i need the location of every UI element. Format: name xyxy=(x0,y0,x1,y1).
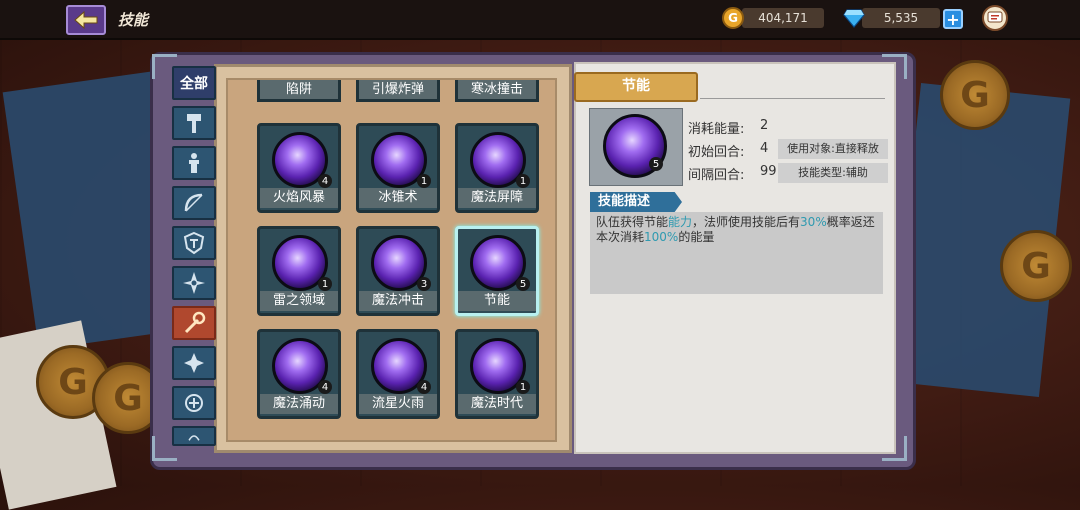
target-tag: 使用对象:直接释放 xyxy=(778,139,888,159)
desc-text: 的能量 xyxy=(678,230,715,244)
skill-level: 1 xyxy=(516,174,530,188)
tab-more[interactable] xyxy=(172,426,216,446)
stat-label: 消耗能量: xyxy=(688,122,745,137)
skill-level: 1 xyxy=(516,380,530,394)
tab-staff[interactable] xyxy=(172,306,216,340)
tab-shuriken[interactable] xyxy=(172,266,216,300)
category-sidebar: 全部 xyxy=(172,66,218,446)
skill-level: 5 xyxy=(516,277,530,291)
skill-card[interactable]: 4 流星火雨 xyxy=(356,329,440,419)
skill-name: 魔法涌动 xyxy=(260,394,338,414)
skill-card-partial[interactable]: 陷阱 xyxy=(257,80,341,102)
back-arrow-icon xyxy=(74,11,98,29)
tab-cross[interactable] xyxy=(172,346,216,380)
stat-label: 初始回合: xyxy=(688,145,745,160)
skill-level: 1 xyxy=(318,277,332,291)
skill-card[interactable]: 1 魔法屏障 xyxy=(455,123,539,213)
chat-icon xyxy=(987,11,1003,23)
skill-name: 雷之领域 xyxy=(260,291,338,311)
skill-name: 陷阱 xyxy=(260,80,338,99)
skill-card[interactable]: 4 火焰风暴 xyxy=(257,123,341,213)
desc-text: ，法师使用技能后有 xyxy=(692,215,801,229)
tab-shield[interactable] xyxy=(172,226,216,260)
tab-bow[interactable] xyxy=(172,186,216,220)
desc-highlight: 30% xyxy=(800,215,827,229)
desc-highlight: 100% xyxy=(644,230,679,244)
skill-card[interactable]: 1 雷之领域 xyxy=(257,226,341,316)
stat-value: 2 xyxy=(760,118,769,133)
detail-level: 5 xyxy=(649,157,663,171)
stat-cost: 消耗能量: 2 xyxy=(688,118,768,137)
description-text: 队伍获得节能能力，法师使用技能后有30%概率返还本次消耗100%的能量 xyxy=(596,215,878,245)
description-header: 技能描述 xyxy=(590,192,682,212)
skill-name: 魔法冲击 xyxy=(359,291,437,311)
skill-name: 引爆炸弹 xyxy=(359,80,437,99)
gem-display: 5,535 xyxy=(862,8,940,28)
skill-card-partial[interactable]: 引爆炸弹 xyxy=(356,80,440,102)
tab-fist[interactable] xyxy=(172,386,216,420)
skill-level: 4 xyxy=(318,174,332,188)
deco-coin xyxy=(1000,230,1072,302)
skill-grid: 陷阱 引爆炸弹 寒冰撞击 4 火焰风暴 1 冰锥术 1 魔法屏障 1 雷之领域 … xyxy=(226,78,557,442)
bow-icon xyxy=(184,193,203,212)
back-button[interactable] xyxy=(66,5,106,35)
detail-title: 节能 xyxy=(574,72,698,102)
skill-name: 冰锥术 xyxy=(359,188,437,208)
skill-level: 3 xyxy=(417,277,431,291)
chat-button[interactable] xyxy=(982,5,1008,31)
skill-card-selected[interactable]: 5 节能 xyxy=(455,226,539,316)
stat-value: 99 xyxy=(760,164,777,179)
skill-card[interactable]: 3 魔法冲击 xyxy=(356,226,440,316)
skill-level: 4 xyxy=(417,380,431,394)
deco-coin xyxy=(940,60,1010,130)
skill-name: 寒冰撞击 xyxy=(458,80,536,99)
tab-statue[interactable] xyxy=(172,146,216,180)
cross-icon xyxy=(184,353,204,373)
top-bar: 技能 404,171 G 5,535 + xyxy=(0,0,1080,40)
stat-interval: 间隔回合: 99 xyxy=(688,164,777,183)
skill-level: 1 xyxy=(417,174,431,188)
add-gems-button[interactable]: + xyxy=(943,9,963,29)
skill-level: 4 xyxy=(318,380,332,394)
desc-text: 队伍获得节能 xyxy=(596,215,669,229)
staff-icon xyxy=(184,311,206,334)
desc-highlight: 能力 xyxy=(668,215,693,229)
detail-title-banner: 节能 xyxy=(560,72,710,102)
gold-display: 404,171 xyxy=(742,8,824,28)
shield-icon xyxy=(183,231,205,255)
skill-card[interactable]: 1 冰锥术 xyxy=(356,123,440,213)
hammer-icon xyxy=(187,114,201,133)
skill-name: 节能 xyxy=(458,291,536,311)
tab-all[interactable]: 全部 xyxy=(172,66,216,100)
type-tag: 技能类型:辅助 xyxy=(778,163,888,183)
stat-label: 间隔回合: xyxy=(688,168,745,183)
skill-name: 火焰风暴 xyxy=(260,188,338,208)
skill-name: 魔法时代 xyxy=(458,394,536,414)
tab-hammer[interactable] xyxy=(172,106,216,140)
stat-initial: 初始回合: 4 xyxy=(688,141,768,160)
gold-amount: 404,171 xyxy=(758,11,808,25)
diamond-icon xyxy=(843,9,865,28)
more-icon xyxy=(188,435,200,441)
fist-icon xyxy=(185,394,203,412)
shuriken-icon xyxy=(183,272,205,294)
skill-card[interactable]: 1 魔法时代 xyxy=(455,329,539,419)
gem-amount: 5,535 xyxy=(883,11,919,25)
skill-card[interactable]: 4 魔法涌动 xyxy=(257,329,341,419)
skill-name: 魔法屏障 xyxy=(458,188,536,208)
gold-coin-icon: G xyxy=(722,7,744,29)
statue-icon xyxy=(189,153,199,173)
divider xyxy=(700,98,885,99)
skill-name: 流星火雨 xyxy=(359,394,437,414)
stat-value: 4 xyxy=(760,141,769,156)
skill-card-partial[interactable]: 寒冰撞击 xyxy=(455,80,539,102)
page-title: 技能 xyxy=(118,11,149,29)
